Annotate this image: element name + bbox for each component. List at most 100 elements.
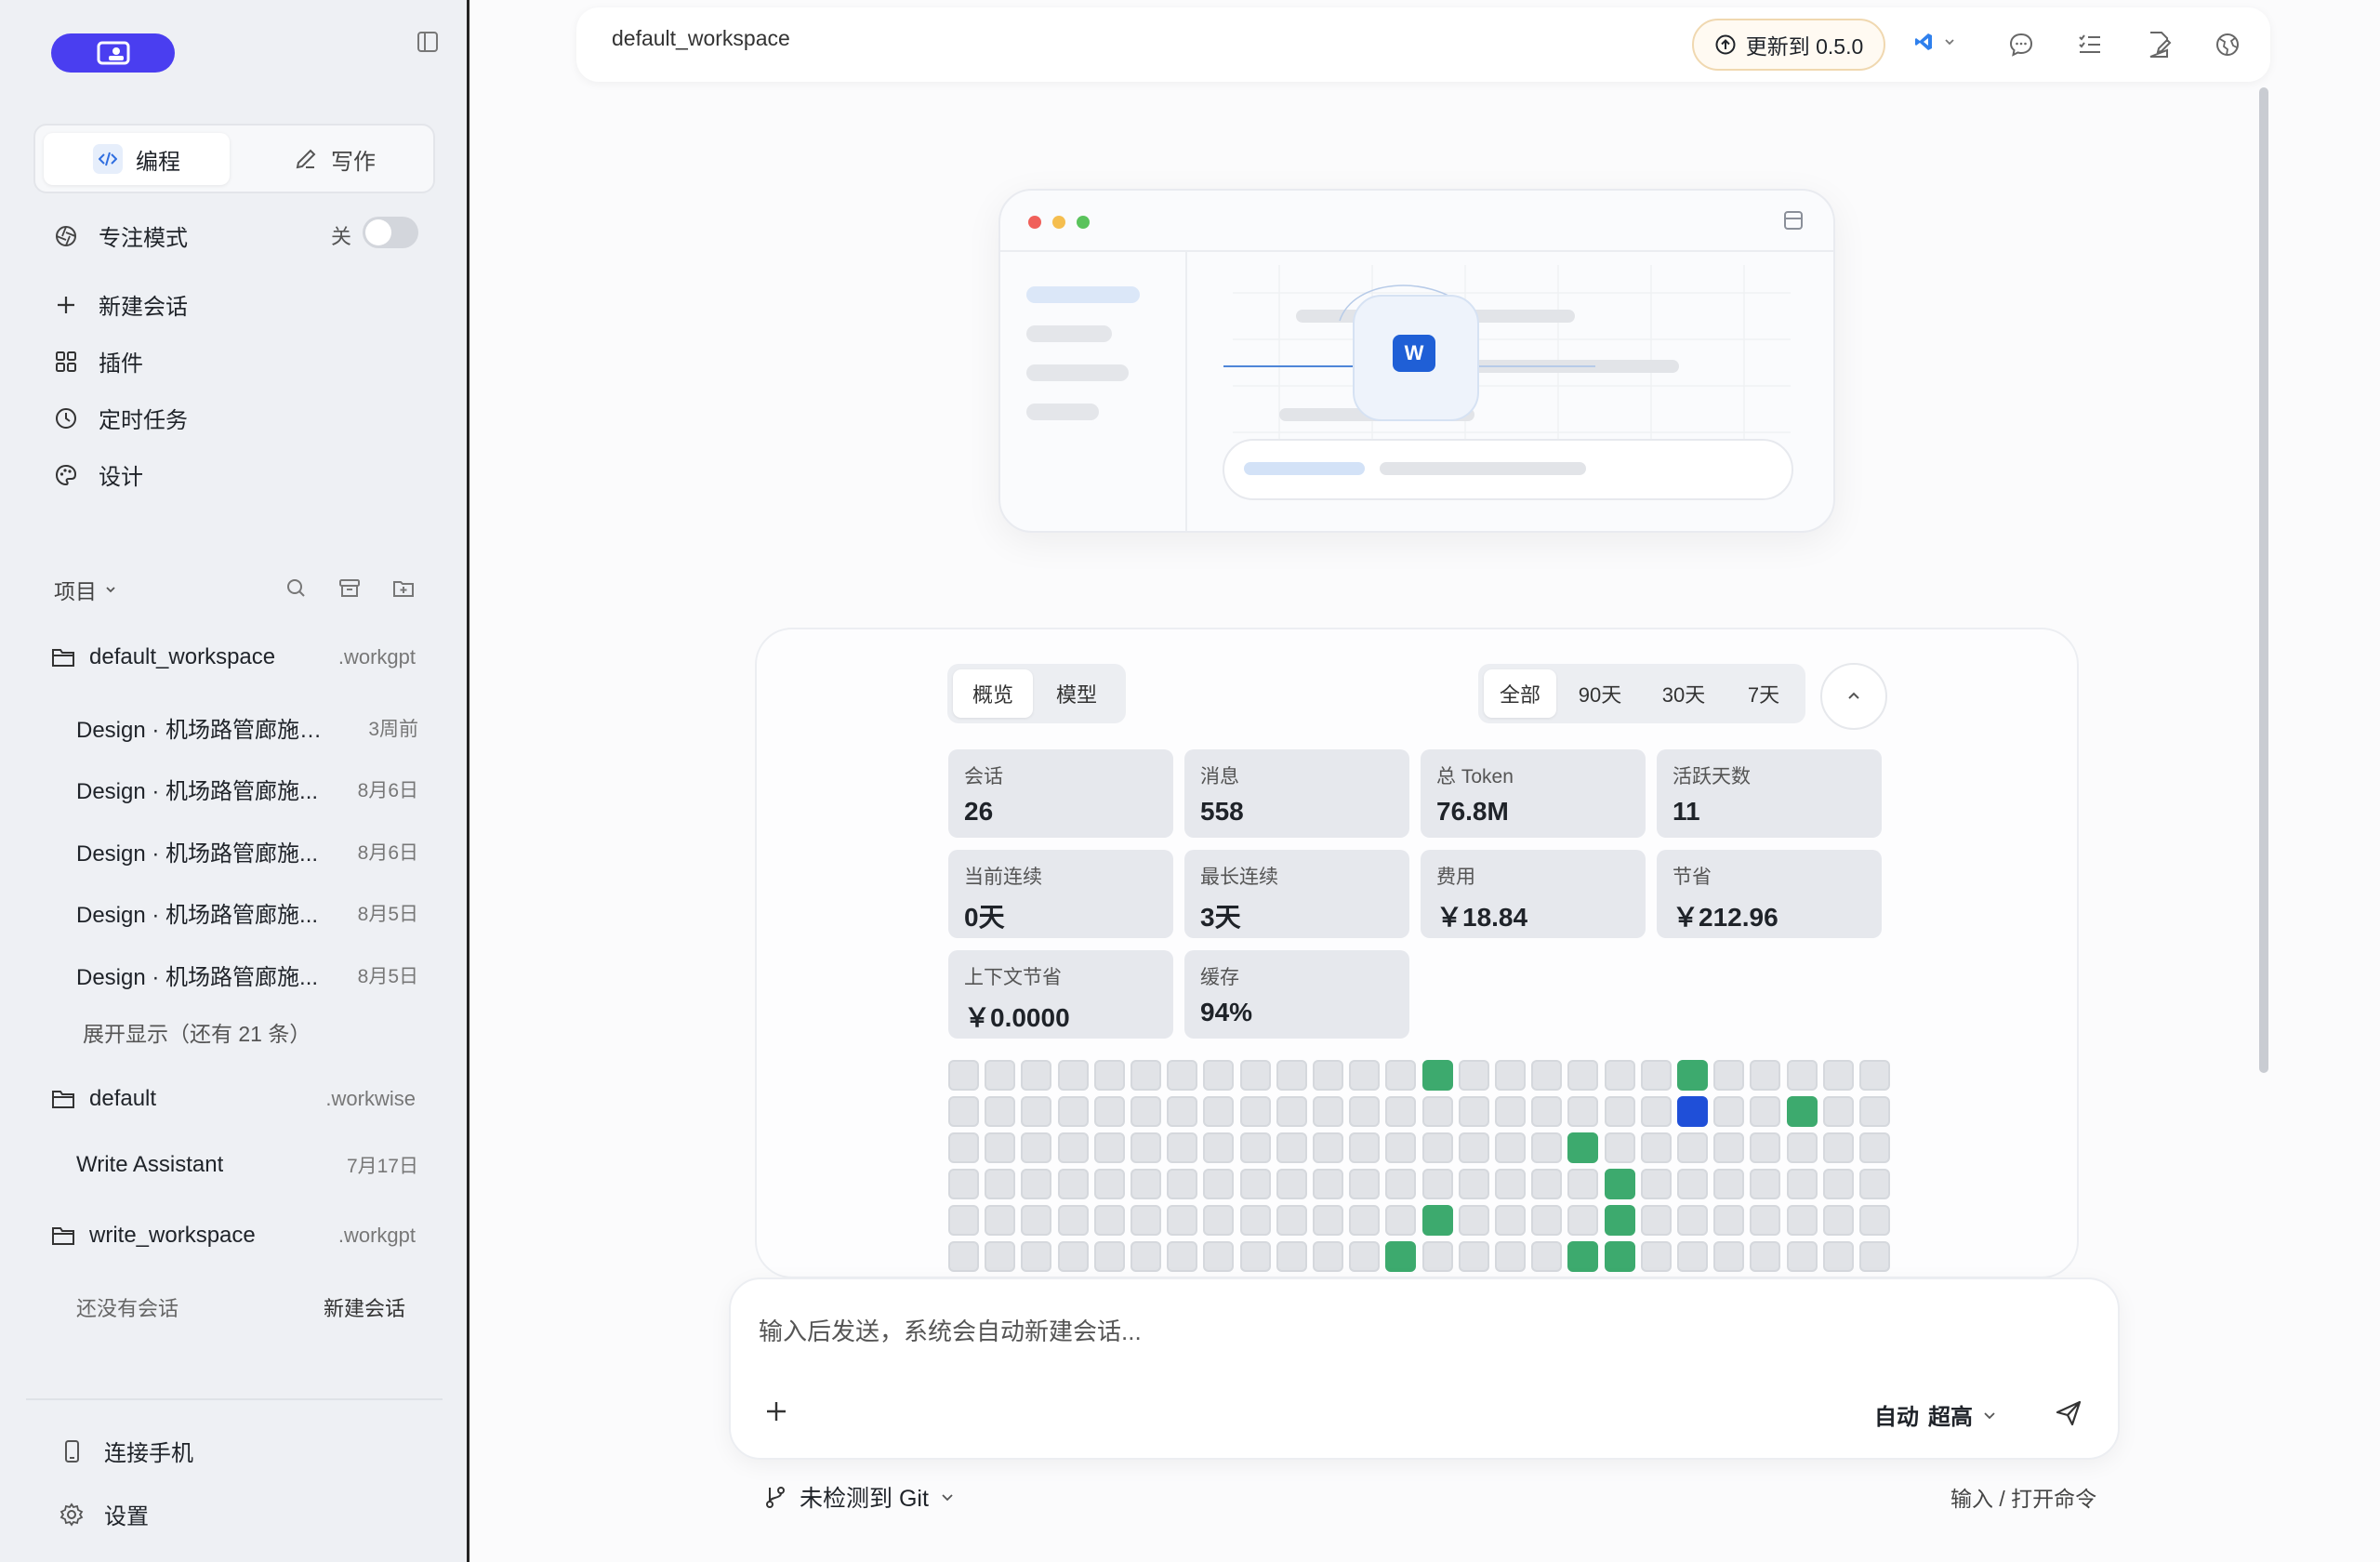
pen-icon [296, 149, 316, 169]
checklist-icon[interactable] [2075, 30, 2105, 60]
settings-button[interactable]: 设置 [60, 1498, 149, 1530]
projects-header[interactable]: 项目 [54, 574, 117, 605]
session-item[interactable]: Design · 机场路管廊施... 8月6日 [76, 773, 418, 805]
heatmap-cell [1713, 1096, 1745, 1127]
plus-icon[interactable] [763, 1398, 789, 1424]
sidebar-divider [26, 1398, 443, 1400]
heatmap-cell [1385, 1241, 1417, 1272]
chevron-down-icon [106, 587, 115, 593]
folder-icon [52, 649, 74, 667]
globe-icon[interactable] [2213, 30, 2242, 60]
heatmap-cell [1167, 1241, 1198, 1272]
menu-new-session[interactable]: 新建会话 [54, 288, 188, 321]
heatmap-cell [1786, 1060, 1818, 1091]
heatmap-cell [1167, 1132, 1198, 1163]
send-icon[interactable] [2054, 1398, 2083, 1428]
heatmap-cell [948, 1060, 979, 1091]
stat-card-tokens: 总 Token 76.8M [1421, 749, 1646, 838]
focus-mode-toggle[interactable] [363, 217, 418, 248]
heatmap-cell [1276, 1205, 1307, 1236]
heatmap-cell [948, 1241, 979, 1272]
workspace-default[interactable]: default [50, 1086, 156, 1112]
workspace-title: default_workspace [612, 26, 790, 50]
focus-mode-state: 关 [331, 225, 352, 248]
settings-label: 设置 [104, 1504, 149, 1529]
tab-models[interactable]: 模型 [1037, 669, 1117, 718]
connect-phone-label: 连接手机 [104, 1441, 193, 1466]
heatmap-cell [1239, 1096, 1271, 1127]
chat-icon[interactable] [2006, 30, 2036, 60]
workspace-new-session-link[interactable]: 新建会话 [324, 1292, 405, 1322]
heatmap-cell [1567, 1060, 1599, 1091]
heatmap-cell [1057, 1241, 1089, 1272]
menu-new-session-label: 新建会话 [99, 295, 188, 320]
connect-phone-button[interactable]: 连接手机 [60, 1435, 193, 1467]
session-title: Design · 机场路管廊施... [76, 903, 319, 928]
model-selector[interactable]: 自动 超高 [1874, 1398, 1997, 1431]
file-edit-icon[interactable] [2144, 30, 2174, 60]
stat-card-cache: 缓存 94% [1184, 950, 1409, 1039]
heatmap-cell [1239, 1169, 1271, 1199]
heatmap-cell [1677, 1060, 1708, 1091]
update-button[interactable]: 更新到 0.5.0 [1692, 19, 1885, 71]
session-item[interactable]: Design · 机场路管廊施... 8月6日 [76, 835, 418, 867]
heatmap-cell [1786, 1132, 1818, 1163]
heatmap-cell [985, 1241, 1016, 1272]
focus-mode-label: 专注模式 [99, 226, 188, 251]
archive-icon[interactable] [337, 576, 362, 601]
heatmap-cell [1859, 1205, 1890, 1236]
heatmap-cell [1349, 1132, 1381, 1163]
heatmap-cell [1313, 1060, 1343, 1091]
heatmap-cell [1021, 1169, 1052, 1199]
heatmap-cell [1531, 1205, 1563, 1236]
session-item[interactable]: Design · 机场路管廊施... 8月5日 [76, 896, 418, 929]
session-item[interactable]: Write Assistant 7月17日 [76, 1151, 418, 1179]
heatmap-cell [1822, 1241, 1854, 1272]
range-7d[interactable]: 7天 [1727, 669, 1800, 718]
heatmap-cell [1349, 1241, 1381, 1272]
range-30d[interactable]: 30天 [1644, 669, 1724, 718]
main-scrollbar[interactable] [2259, 87, 2268, 1073]
mode-write-button[interactable]: 写作 [242, 133, 428, 185]
message-input[interactable]: 输入后发送，系统会自动新建会话... [759, 1313, 1142, 1347]
gear-icon [60, 1502, 84, 1527]
range-90d[interactable]: 90天 [1560, 669, 1640, 718]
stat-card-savings: 节省 ￥212.96 [1657, 850, 1882, 938]
heatmap-cell [1239, 1132, 1271, 1163]
tab-overview[interactable]: 概览 [953, 669, 1033, 718]
session-item[interactable]: Design · 机场路管廊施工... 3周前 [76, 711, 418, 744]
mode-code-button[interactable]: 编程 [44, 133, 230, 185]
stat-value: 3天 [1200, 903, 1241, 932]
expand-sessions-link[interactable]: 展开显示（还有 21 条） [83, 1016, 311, 1048]
heatmap-cell [1093, 1096, 1125, 1127]
menu-plugins[interactable]: 插件 [54, 345, 143, 377]
vscode-icon [1915, 33, 1932, 50]
folder-icon [52, 1227, 74, 1245]
folder-add-icon[interactable] [391, 576, 416, 601]
menu-scheduled-tasks[interactable]: 定时任务 [54, 402, 188, 434]
menu-design[interactable]: 设计 [54, 458, 143, 491]
heatmap-cell [1677, 1096, 1708, 1127]
stat-value: ￥0.0000 [964, 1003, 1070, 1032]
stat-value: ￥18.84 [1436, 903, 1528, 932]
workspace-default-workspace[interactable]: default_workspace [50, 644, 275, 670]
heatmap-cell [1276, 1132, 1307, 1163]
session-item[interactable]: Design · 机场路管廊施... 8月5日 [76, 959, 418, 991]
stat-value: 76.8M [1436, 797, 1509, 826]
collapse-stats-button[interactable] [1820, 663, 1887, 730]
search-icon[interactable] [284, 576, 309, 601]
stat-label: 上下文节省 [964, 967, 1062, 988]
sidebar-collapse-icon[interactable] [416, 30, 440, 54]
stat-label: 当前连续 [964, 867, 1042, 888]
range-all[interactable]: 全部 [1484, 669, 1556, 718]
heatmap-cell [1640, 1241, 1672, 1272]
stat-card-current-streak: 当前连续 0天 [948, 850, 1173, 938]
heatmap-cell [1458, 1060, 1489, 1091]
vscode-selector[interactable] [1913, 32, 1956, 52]
workspace-write-workspace[interactable]: write_workspace [50, 1223, 256, 1249]
session-date: 8月5日 [357, 903, 418, 925]
git-status[interactable]: 未检测到 Git [762, 1480, 955, 1514]
stat-card-longest-streak: 最长连续 3天 [1184, 850, 1409, 938]
heatmap-cell [1130, 1096, 1161, 1127]
app-logo[interactable] [51, 33, 175, 73]
